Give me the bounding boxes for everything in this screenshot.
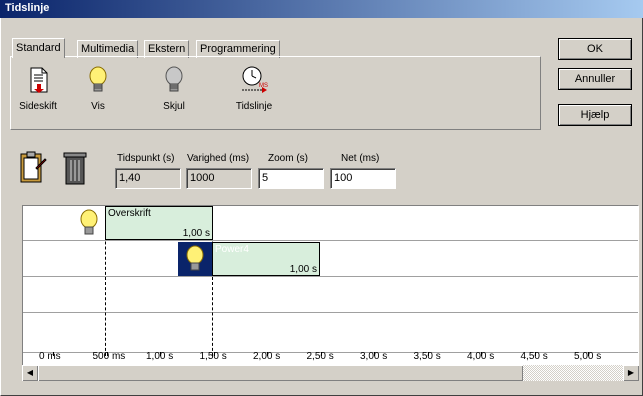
timeline-tick-label: 500 ms <box>92 351 126 362</box>
clock-timeline-icon: MS <box>242 66 268 93</box>
scroll-left-button[interactable]: ◀ <box>22 365 38 381</box>
net-label: Net (ms) <box>341 153 380 164</box>
zoom-field[interactable]: 5 <box>258 168 324 189</box>
duration-field[interactable]: 1000 <box>186 168 252 189</box>
timeline-tick-label: 2,50 s <box>306 351 334 362</box>
page-break-icon <box>30 67 48 93</box>
tool-label: Sideskift <box>19 101 57 112</box>
horizontal-scrollbar[interactable]: ◀ ▶ <box>22 365 639 381</box>
timeline-tick-label: 4,00 s <box>467 351 495 362</box>
lightbulb-on-icon <box>89 66 107 92</box>
timeline-tick-label: 2,00 s <box>253 351 281 362</box>
tool-vis[interactable]: Vis <box>68 65 128 112</box>
lightbulb-off-icon <box>165 66 183 92</box>
svg-text:MS: MS <box>259 83 268 89</box>
clipboard-icon[interactable] <box>19 150 47 184</box>
duration-label: Varighed (ms) <box>187 153 250 164</box>
timeline-item-power4[interactable]: Power4 1,00 s <box>212 242 320 276</box>
trash-icon[interactable] <box>63 150 87 186</box>
row-divider <box>23 276 638 277</box>
timeline-tick-label: 5,00 s <box>574 351 602 362</box>
scroll-thumb[interactable] <box>38 365 523 381</box>
timeline-tick-label: 4,50 s <box>520 351 548 362</box>
tool-label: Tidslinje <box>235 101 273 112</box>
tool-label: Vis <box>91 101 105 112</box>
timeline-tick-label: 1,50 s <box>199 351 227 362</box>
cancel-button[interactable]: Annuller <box>558 68 632 90</box>
timeline-tick-label: 3,00 s <box>360 351 388 362</box>
scroll-right-button[interactable]: ▶ <box>623 365 639 381</box>
tool-tidslinje[interactable]: MS Tidslinje <box>224 65 284 112</box>
lightbulb-on-icon <box>186 245 204 271</box>
ok-button[interactable]: OK <box>558 38 632 60</box>
timeline-item-overskrift[interactable]: Overskrift 1,00 s <box>105 206 213 240</box>
timeline-tick-label: 3,50 s <box>413 351 441 362</box>
row-divider <box>23 312 638 313</box>
title-bar: Tidslinje <box>0 0 643 18</box>
time-label: Tidspunkt (s) <box>117 153 175 164</box>
lightbulb-on-icon <box>80 209 98 235</box>
help-button[interactable]: Hjælp <box>558 104 632 126</box>
tab-standard[interactable]: Standard <box>12 38 65 58</box>
net-field[interactable]: 100 <box>330 168 396 189</box>
time-field[interactable]: 1,40 <box>115 168 181 189</box>
zoom-label: Zoom (s) <box>268 153 308 164</box>
tool-label: Skjul <box>163 101 185 112</box>
timeline-tick-label: 0 ms <box>39 351 61 362</box>
tool-skjul[interactable]: Skjul <box>144 65 204 112</box>
tool-sideskift[interactable]: Sideskift <box>8 65 68 112</box>
timeline-panel[interactable]: Overskrift 1,00 s Power4 1,00 s 0 ms 500 … <box>22 205 639 377</box>
timeline-tick-label: 1,00 s <box>146 351 174 362</box>
selected-item-icon-bg[interactable] <box>178 242 212 276</box>
row-divider <box>23 240 638 241</box>
window-title: Tidslinje <box>5 2 50 14</box>
